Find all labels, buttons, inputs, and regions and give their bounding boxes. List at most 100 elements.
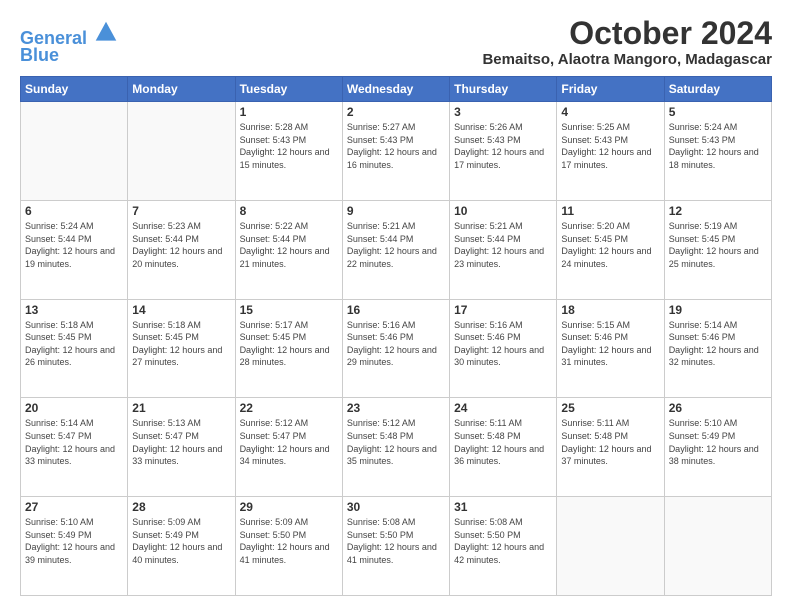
calendar-title: October 2024 xyxy=(482,16,772,51)
day-number: 5 xyxy=(669,105,767,119)
day-info: Sunrise: 5:28 AMSunset: 5:43 PMDaylight:… xyxy=(240,121,338,171)
day-number: 13 xyxy=(25,303,123,317)
day-info: Sunrise: 5:08 AMSunset: 5:50 PMDaylight:… xyxy=(347,516,445,566)
day-info: Sunrise: 5:24 AMSunset: 5:43 PMDaylight:… xyxy=(669,121,767,171)
day-info: Sunrise: 5:14 AMSunset: 5:47 PMDaylight:… xyxy=(25,417,123,467)
day-info: Sunrise: 5:11 AMSunset: 5:48 PMDaylight:… xyxy=(561,417,659,467)
calendar-cell: 9Sunrise: 5:21 AMSunset: 5:44 PMDaylight… xyxy=(342,200,449,299)
header-thursday: Thursday xyxy=(450,77,557,102)
week-row-3: 20 Sunrise: 5:14 AMSunset: 5:47 PMDayligh… xyxy=(21,398,772,497)
calendar-cell: 15 Sunrise: 5:17 AMSunset: 5:45 PMDayligh… xyxy=(235,299,342,398)
day-number: 24 xyxy=(454,401,552,415)
day-info: Sunrise: 5:12 AMSunset: 5:47 PMDaylight:… xyxy=(240,417,338,467)
day-number: 15 xyxy=(240,303,338,317)
day-number: 8 xyxy=(240,204,338,218)
day-number: 18 xyxy=(561,303,659,317)
calendar-cell: 18 Sunrise: 5:15 AMSunset: 5:46 PMDayligh… xyxy=(557,299,664,398)
day-number: 29 xyxy=(240,500,338,514)
header-friday: Friday xyxy=(557,77,664,102)
logo: General Blue xyxy=(20,20,118,66)
day-number: 21 xyxy=(132,401,230,415)
week-row-4: 27 Sunrise: 5:10 AMSunset: 5:49 PMDayligh… xyxy=(21,497,772,596)
day-info: Sunrise: 5:20 AMSunset: 5:45 PMDaylight:… xyxy=(561,220,659,270)
calendar-cell: 1 Sunrise: 5:28 AMSunset: 5:43 PMDaylight… xyxy=(235,102,342,201)
calendar-cell: 26 Sunrise: 5:10 AMSunset: 5:49 PMDayligh… xyxy=(664,398,771,497)
calendar-cell: 5 Sunrise: 5:24 AMSunset: 5:43 PMDaylight… xyxy=(664,102,771,201)
calendar-cell: 19 Sunrise: 5:14 AMSunset: 5:46 PMDayligh… xyxy=(664,299,771,398)
day-number: 19 xyxy=(669,303,767,317)
calendar-cell xyxy=(21,102,128,201)
day-number: 20 xyxy=(25,401,123,415)
calendar-cell: 28 Sunrise: 5:09 AMSunset: 5:49 PMDayligh… xyxy=(128,497,235,596)
calendar-cell: 7 Sunrise: 5:23 AMSunset: 5:44 PMDaylight… xyxy=(128,200,235,299)
header-monday: Monday xyxy=(128,77,235,102)
header-tuesday: Tuesday xyxy=(235,77,342,102)
day-info: Sunrise: 5:22 AMSunset: 5:44 PMDaylight:… xyxy=(240,220,338,270)
week-row-0: 1 Sunrise: 5:28 AMSunset: 5:43 PMDaylight… xyxy=(21,102,772,201)
day-number: 27 xyxy=(25,500,123,514)
calendar-cell: 24Sunrise: 5:11 AMSunset: 5:48 PMDayligh… xyxy=(450,398,557,497)
calendar-cell: 27 Sunrise: 5:10 AMSunset: 5:49 PMDayligh… xyxy=(21,497,128,596)
day-info: Sunrise: 5:16 AMSunset: 5:46 PMDaylight:… xyxy=(454,319,552,369)
calendar-cell: 17 Sunrise: 5:16 AMSunset: 5:46 PMDayligh… xyxy=(450,299,557,398)
calendar-cell: 29Sunrise: 5:09 AMSunset: 5:50 PMDayligh… xyxy=(235,497,342,596)
day-info: Sunrise: 5:10 AMSunset: 5:49 PMDaylight:… xyxy=(669,417,767,467)
day-info: Sunrise: 5:18 AMSunset: 5:45 PMDaylight:… xyxy=(132,319,230,369)
calendar-cell: 8 Sunrise: 5:22 AMSunset: 5:44 PMDaylight… xyxy=(235,200,342,299)
day-number: 17 xyxy=(454,303,552,317)
day-info: Sunrise: 5:24 AMSunset: 5:44 PMDaylight:… xyxy=(25,220,123,270)
day-info: Sunrise: 5:08 AMSunset: 5:50 PMDaylight:… xyxy=(454,516,552,566)
day-number: 7 xyxy=(132,204,230,218)
calendar-cell: 11Sunrise: 5:20 AMSunset: 5:45 PMDayligh… xyxy=(557,200,664,299)
day-info: Sunrise: 5:12 AMSunset: 5:48 PMDaylight:… xyxy=(347,417,445,467)
day-number: 14 xyxy=(132,303,230,317)
calendar-subtitle: Bemaitso, Alaotra Mangoro, Madagascar xyxy=(482,51,772,68)
day-number: 28 xyxy=(132,500,230,514)
day-number: 22 xyxy=(240,401,338,415)
day-number: 4 xyxy=(561,105,659,119)
day-info: Sunrise: 5:14 AMSunset: 5:46 PMDaylight:… xyxy=(669,319,767,369)
calendar-cell: 10Sunrise: 5:21 AMSunset: 5:44 PMDayligh… xyxy=(450,200,557,299)
day-number: 1 xyxy=(240,105,338,119)
calendar-cell: 20 Sunrise: 5:14 AMSunset: 5:47 PMDayligh… xyxy=(21,398,128,497)
day-info: Sunrise: 5:26 AMSunset: 5:43 PMDaylight:… xyxy=(454,121,552,171)
week-row-1: 6Sunrise: 5:24 AMSunset: 5:44 PMDaylight… xyxy=(21,200,772,299)
day-number: 30 xyxy=(347,500,445,514)
calendar-cell: 21 Sunrise: 5:13 AMSunset: 5:47 PMDayligh… xyxy=(128,398,235,497)
calendar-cell xyxy=(128,102,235,201)
calendar-table: Sunday Monday Tuesday Wednesday Thursday… xyxy=(20,76,772,596)
calendar-cell: 22 Sunrise: 5:12 AMSunset: 5:47 PMDayligh… xyxy=(235,398,342,497)
day-info: Sunrise: 5:13 AMSunset: 5:47 PMDaylight:… xyxy=(132,417,230,467)
calendar-cell: 3Sunrise: 5:26 AMSunset: 5:43 PMDaylight… xyxy=(450,102,557,201)
calendar-cell: 13 Sunrise: 5:18 AMSunset: 5:45 PMDayligh… xyxy=(21,299,128,398)
day-info: Sunrise: 5:17 AMSunset: 5:45 PMDaylight:… xyxy=(240,319,338,369)
calendar-cell: 4 Sunrise: 5:25 AMSunset: 5:43 PMDaylight… xyxy=(557,102,664,201)
day-info: Sunrise: 5:25 AMSunset: 5:43 PMDaylight:… xyxy=(561,121,659,171)
day-number: 10 xyxy=(454,204,552,218)
day-info: Sunrise: 5:10 AMSunset: 5:49 PMDaylight:… xyxy=(25,516,123,566)
title-block: October 2024 Bemaitso, Alaotra Mangoro, … xyxy=(482,16,772,68)
day-info: Sunrise: 5:27 AMSunset: 5:43 PMDaylight:… xyxy=(347,121,445,171)
day-number: 12 xyxy=(669,204,767,218)
calendar-cell: 16Sunrise: 5:16 AMSunset: 5:46 PMDayligh… xyxy=(342,299,449,398)
day-number: 31 xyxy=(454,500,552,514)
day-number: 26 xyxy=(669,401,767,415)
calendar-cell: 23 Sunrise: 5:12 AMSunset: 5:48 PMDayligh… xyxy=(342,398,449,497)
header-sunday: Sunday xyxy=(21,77,128,102)
day-number: 23 xyxy=(347,401,445,415)
calendar-cell xyxy=(557,497,664,596)
day-number: 25 xyxy=(561,401,659,415)
weekday-header-row: Sunday Monday Tuesday Wednesday Thursday… xyxy=(21,77,772,102)
calendar-cell: 6Sunrise: 5:24 AMSunset: 5:44 PMDaylight… xyxy=(21,200,128,299)
day-info: Sunrise: 5:21 AMSunset: 5:44 PMDaylight:… xyxy=(347,220,445,270)
calendar-cell: 30 Sunrise: 5:08 AMSunset: 5:50 PMDayligh… xyxy=(342,497,449,596)
header-wednesday: Wednesday xyxy=(342,77,449,102)
header: General Blue October 2024 Bemaitso, Alao… xyxy=(20,16,772,68)
day-info: Sunrise: 5:09 AMSunset: 5:49 PMDaylight:… xyxy=(132,516,230,566)
day-info: Sunrise: 5:15 AMSunset: 5:46 PMDaylight:… xyxy=(561,319,659,369)
calendar-cell: 31 Sunrise: 5:08 AMSunset: 5:50 PMDayligh… xyxy=(450,497,557,596)
header-saturday: Saturday xyxy=(664,77,771,102)
day-info: Sunrise: 5:23 AMSunset: 5:44 PMDaylight:… xyxy=(132,220,230,270)
day-info: Sunrise: 5:18 AMSunset: 5:45 PMDaylight:… xyxy=(25,319,123,369)
calendar-cell: 14 Sunrise: 5:18 AMSunset: 5:45 PMDayligh… xyxy=(128,299,235,398)
